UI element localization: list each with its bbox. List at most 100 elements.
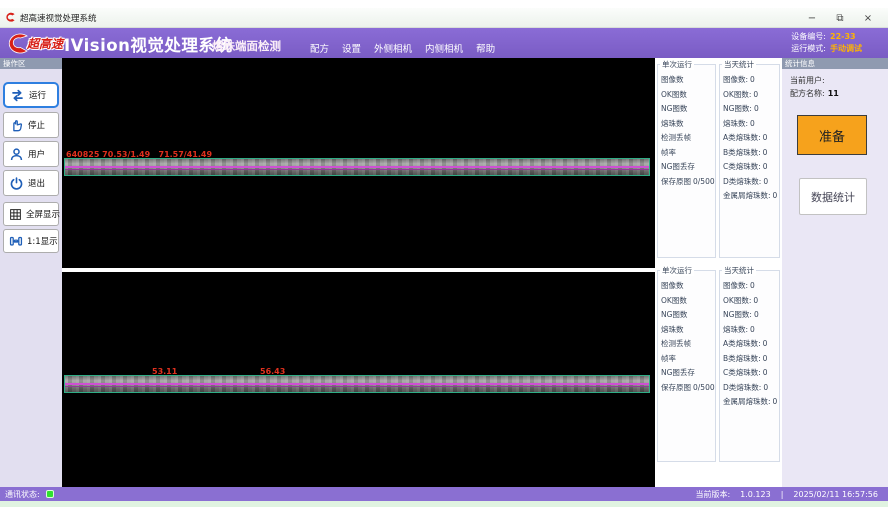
stop-hand-icon bbox=[9, 118, 24, 133]
one-to-one-button[interactable]: 1:1显示 bbox=[3, 229, 59, 253]
stat-row: A类熔珠数:0 bbox=[720, 337, 779, 352]
stat-row: B类熔珠数:0 bbox=[720, 352, 779, 367]
inner-camera-viewport[interactable]: 53.11 56.43 bbox=[62, 272, 655, 487]
daily-stats-groupbox: 当天统计 图像数:0 OK图数:0 NG图数:0 熔珠数:0 A类熔珠数:0 B… bbox=[719, 270, 780, 462]
stat-row: 帧率 bbox=[658, 146, 715, 161]
prepare-button[interactable]: 准备 bbox=[797, 115, 867, 155]
stat-row: 检测丢帧 bbox=[658, 131, 715, 146]
stat-row: C类熔珠数:0 bbox=[720, 160, 779, 175]
app-subtitle: 熔珠端面检测 bbox=[212, 38, 281, 54]
operation-sidebar: 操作区 运行 停止 用户 退出 全屏显示 1:1显示 bbox=[0, 58, 62, 487]
menu-item-outer-camera[interactable]: 外侧相机 bbox=[374, 41, 412, 55]
app-title: IVision视觉处理系统 bbox=[64, 32, 232, 56]
fullscreen-button[interactable]: 全屏显示 bbox=[3, 202, 59, 226]
stat-row: OK图数 bbox=[658, 88, 715, 103]
user-icon bbox=[9, 147, 24, 162]
menu-bar: 配方 设置 外侧相机 内侧相机 帮助 bbox=[310, 41, 495, 55]
run-mode-value: 手动调试 bbox=[830, 43, 882, 55]
stat-row: 图像数:0 bbox=[720, 73, 779, 88]
stat-row: 熔珠数 bbox=[658, 117, 715, 132]
stat-row: D类熔珠数:0 bbox=[720, 175, 779, 190]
stop-label: 停止 bbox=[28, 119, 45, 131]
restore-button[interactable]: ⧉ bbox=[834, 13, 846, 24]
stat-row: C类熔珠数:0 bbox=[720, 366, 779, 381]
stat-row: 保存原图0/500 bbox=[658, 175, 715, 190]
groupbox-caption: 当天统计 bbox=[722, 59, 756, 70]
device-no-label: 设备编号: bbox=[791, 31, 826, 43]
run-icon bbox=[10, 88, 25, 103]
info-panel: 统计信息 当前用户: 配方名称:11 准备 数据统计 bbox=[782, 58, 888, 487]
stat-row: 图像数 bbox=[658, 279, 715, 294]
bead-line bbox=[65, 383, 649, 385]
device-no-value: 22-33 bbox=[830, 31, 882, 43]
stat-row: 金属屑熔珠数:0 bbox=[720, 189, 779, 204]
fullscreen-grid-icon bbox=[9, 208, 22, 221]
desktop-background bbox=[0, 501, 888, 507]
menu-item-recipe[interactable]: 配方 bbox=[310, 41, 329, 55]
user-label: 用户 bbox=[28, 148, 45, 160]
groupbox-caption: 单次运行 bbox=[660, 59, 694, 70]
stat-row: B类熔珠数:0 bbox=[720, 146, 779, 161]
window-title: 超高速视觉处理系统 bbox=[20, 12, 97, 24]
stat-row: NG图丢存 bbox=[658, 160, 715, 175]
bead-strip-roi bbox=[64, 375, 650, 393]
stat-row: 金属屑熔珠数:0 bbox=[720, 395, 779, 410]
exit-button[interactable]: 退出 bbox=[3, 170, 59, 196]
stat-row: OK图数 bbox=[658, 294, 715, 309]
info-panel-title: 统计信息 bbox=[782, 58, 888, 69]
stat-row: 图像数 bbox=[658, 73, 715, 88]
exit-label: 退出 bbox=[28, 177, 45, 189]
bead-strip-roi bbox=[64, 158, 650, 176]
data-statistics-button[interactable]: 数据统计 bbox=[799, 178, 867, 215]
datetime: 2025/02/11 16:57:56 bbox=[793, 490, 878, 499]
stat-row: 帧率 bbox=[658, 352, 715, 367]
daily-stats-groupbox: 当天统计 图像数:0 OK图数:0 NG图数:0 熔珠数:0 A类熔珠数:0 B… bbox=[719, 64, 780, 258]
one-to-one-icon bbox=[9, 234, 23, 248]
stat-row: OK图数:0 bbox=[720, 88, 779, 103]
minimize-button[interactable]: − bbox=[806, 13, 818, 24]
stat-row: D类熔珠数:0 bbox=[720, 381, 779, 396]
groupbox-caption: 单次运行 bbox=[660, 265, 694, 276]
close-button[interactable]: × bbox=[862, 13, 874, 24]
stat-row: OK图数:0 bbox=[720, 294, 779, 309]
run-button[interactable]: 运行 bbox=[3, 82, 59, 108]
app-logo-icon bbox=[5, 12, 16, 23]
stat-row: A类熔珠数:0 bbox=[720, 131, 779, 146]
version-value: 1.0.123 bbox=[740, 490, 771, 499]
version-label: 当前版本: bbox=[695, 489, 730, 500]
stat-row: 图像数:0 bbox=[720, 279, 779, 294]
menu-item-help[interactable]: 帮助 bbox=[476, 41, 495, 55]
stop-button[interactable]: 停止 bbox=[3, 112, 59, 138]
window-titlebar: 超高速视觉处理系统 − ⧉ × bbox=[0, 8, 888, 28]
device-info: 设备编号: 22-33 运行模式: 手动调试 bbox=[791, 31, 882, 55]
sidebar-title: 操作区 bbox=[0, 58, 62, 69]
menu-item-inner-camera[interactable]: 内侧相机 bbox=[425, 41, 463, 55]
recipe-name-line: 配方名称:11 bbox=[790, 88, 839, 99]
stat-row: NG图数:0 bbox=[720, 308, 779, 323]
status-bar: 通讯状态: 当前版本: 1.0.123 | 2025/02/11 16:57:5… bbox=[0, 487, 888, 501]
stat-row: 检测丢帧 bbox=[658, 337, 715, 352]
user-button[interactable]: 用户 bbox=[3, 141, 59, 167]
outer-camera-viewport[interactable]: 640825 70.53/1.49 71.57/41.49 bbox=[62, 58, 655, 268]
comm-status-label: 通讯状态: bbox=[5, 489, 40, 500]
separator: | bbox=[781, 490, 784, 499]
comm-status-indicator bbox=[46, 490, 54, 498]
brand-logo-icon bbox=[3, 31, 29, 55]
stat-row: 熔珠数:0 bbox=[720, 323, 779, 338]
app-header: 超高速 IVision视觉处理系统 熔珠端面检测 配方 设置 外侧相机 内侧相机… bbox=[0, 28, 888, 58]
stat-row: 熔珠数:0 bbox=[720, 117, 779, 132]
groupbox-caption: 当天统计 bbox=[722, 265, 756, 276]
stat-row: NG图数:0 bbox=[720, 102, 779, 117]
power-icon bbox=[9, 176, 24, 191]
current-user-line: 当前用户: bbox=[790, 75, 828, 86]
stat-row: NG图数 bbox=[658, 102, 715, 117]
run-label: 运行 bbox=[29, 89, 46, 101]
stat-row: NG图丢存 bbox=[658, 366, 715, 381]
menu-item-settings[interactable]: 设置 bbox=[342, 41, 361, 55]
stat-row: 保存原图0/500 bbox=[658, 381, 715, 396]
bead-line bbox=[65, 166, 649, 168]
run-mode-label: 运行模式: bbox=[791, 43, 826, 55]
one-to-one-label: 1:1显示 bbox=[27, 235, 58, 247]
single-run-groupbox: 单次运行 图像数 OK图数 NG图数 熔珠数 检测丢帧 帧率 NG图丢存 保存原… bbox=[657, 64, 716, 258]
fullscreen-label: 全屏显示 bbox=[26, 208, 60, 220]
